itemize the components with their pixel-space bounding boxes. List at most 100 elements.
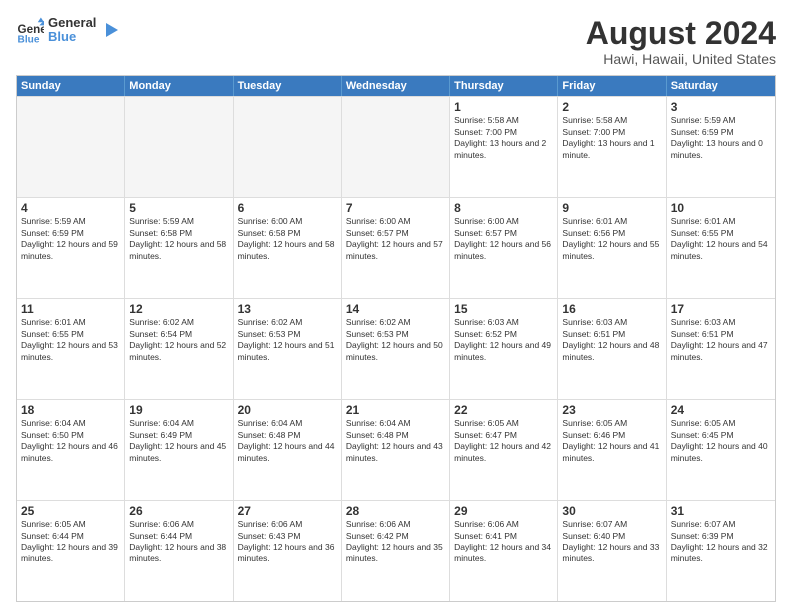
day-info: Sunrise: 6:00 AM Sunset: 6:58 PM Dayligh…: [238, 216, 337, 262]
day-info: Sunrise: 5:58 AM Sunset: 7:00 PM Dayligh…: [454, 115, 553, 161]
calendar-subtitle: Hawi, Hawaii, United States: [586, 51, 776, 67]
day-info: Sunrise: 6:04 AM Sunset: 6:48 PM Dayligh…: [346, 418, 445, 464]
cell-5-3: 27Sunrise: 6:06 AM Sunset: 6:43 PM Dayli…: [234, 501, 342, 601]
cell-1-6: 2Sunrise: 5:58 AM Sunset: 7:00 PM Daylig…: [558, 97, 666, 197]
cell-1-7: 3Sunrise: 5:59 AM Sunset: 6:59 PM Daylig…: [667, 97, 775, 197]
day-info: Sunrise: 6:05 AM Sunset: 6:47 PM Dayligh…: [454, 418, 553, 464]
day-info: Sunrise: 6:06 AM Sunset: 6:43 PM Dayligh…: [238, 519, 337, 565]
day-info: Sunrise: 6:07 AM Sunset: 6:39 PM Dayligh…: [671, 519, 771, 565]
day-number: 18: [21, 403, 120, 417]
header-monday: Monday: [125, 76, 233, 96]
header-sunday: Sunday: [17, 76, 125, 96]
day-number: 29: [454, 504, 553, 518]
cell-3-3: 13Sunrise: 6:02 AM Sunset: 6:53 PM Dayli…: [234, 299, 342, 399]
week-2: 4Sunrise: 5:59 AM Sunset: 6:59 PM Daylig…: [17, 197, 775, 298]
cell-3-5: 15Sunrise: 6:03 AM Sunset: 6:52 PM Dayli…: [450, 299, 558, 399]
week-4: 18Sunrise: 6:04 AM Sunset: 6:50 PM Dayli…: [17, 399, 775, 500]
cell-3-1: 11Sunrise: 6:01 AM Sunset: 6:55 PM Dayli…: [17, 299, 125, 399]
day-number: 27: [238, 504, 337, 518]
logo-general: General: [48, 16, 96, 30]
logo-icon: General Blue: [16, 16, 44, 44]
title-area: August 2024 Hawi, Hawaii, United States: [586, 16, 776, 67]
day-number: 31: [671, 504, 771, 518]
cell-1-2: [125, 97, 233, 197]
cell-3-2: 12Sunrise: 6:02 AM Sunset: 6:54 PM Dayli…: [125, 299, 233, 399]
cell-4-3: 20Sunrise: 6:04 AM Sunset: 6:48 PM Dayli…: [234, 400, 342, 500]
logo-arrow-icon: [100, 21, 118, 39]
day-number: 19: [129, 403, 228, 417]
cell-2-5: 8Sunrise: 6:00 AM Sunset: 6:57 PM Daylig…: [450, 198, 558, 298]
day-info: Sunrise: 6:06 AM Sunset: 6:42 PM Dayligh…: [346, 519, 445, 565]
day-info: Sunrise: 6:02 AM Sunset: 6:53 PM Dayligh…: [346, 317, 445, 363]
cell-2-4: 7Sunrise: 6:00 AM Sunset: 6:57 PM Daylig…: [342, 198, 450, 298]
day-number: 16: [562, 302, 661, 316]
day-info: Sunrise: 6:06 AM Sunset: 6:41 PM Dayligh…: [454, 519, 553, 565]
day-info: Sunrise: 6:07 AM Sunset: 6:40 PM Dayligh…: [562, 519, 661, 565]
day-number: 22: [454, 403, 553, 417]
cell-3-6: 16Sunrise: 6:03 AM Sunset: 6:51 PM Dayli…: [558, 299, 666, 399]
day-info: Sunrise: 6:01 AM Sunset: 6:55 PM Dayligh…: [671, 216, 771, 262]
cell-3-4: 14Sunrise: 6:02 AM Sunset: 6:53 PM Dayli…: [342, 299, 450, 399]
logo-blue: Blue: [48, 30, 96, 44]
week-3: 11Sunrise: 6:01 AM Sunset: 6:55 PM Dayli…: [17, 298, 775, 399]
day-info: Sunrise: 5:59 AM Sunset: 6:59 PM Dayligh…: [671, 115, 771, 161]
calendar-header: Sunday Monday Tuesday Wednesday Thursday…: [17, 76, 775, 96]
day-info: Sunrise: 6:05 AM Sunset: 6:44 PM Dayligh…: [21, 519, 120, 565]
day-info: Sunrise: 6:06 AM Sunset: 6:44 PM Dayligh…: [129, 519, 228, 565]
day-number: 6: [238, 201, 337, 215]
cell-5-6: 30Sunrise: 6:07 AM Sunset: 6:40 PM Dayli…: [558, 501, 666, 601]
cell-5-2: 26Sunrise: 6:06 AM Sunset: 6:44 PM Dayli…: [125, 501, 233, 601]
cell-4-4: 21Sunrise: 6:04 AM Sunset: 6:48 PM Dayli…: [342, 400, 450, 500]
day-info: Sunrise: 6:00 AM Sunset: 6:57 PM Dayligh…: [346, 216, 445, 262]
day-number: 13: [238, 302, 337, 316]
day-info: Sunrise: 5:59 AM Sunset: 6:58 PM Dayligh…: [129, 216, 228, 262]
day-number: 9: [562, 201, 661, 215]
day-number: 28: [346, 504, 445, 518]
svg-text:Blue: Blue: [18, 35, 40, 45]
calendar-body: 1Sunrise: 5:58 AM Sunset: 7:00 PM Daylig…: [17, 96, 775, 601]
day-number: 2: [562, 100, 661, 114]
cell-4-2: 19Sunrise: 6:04 AM Sunset: 6:49 PM Dayli…: [125, 400, 233, 500]
day-number: 3: [671, 100, 771, 114]
day-number: 15: [454, 302, 553, 316]
header-friday: Friday: [558, 76, 666, 96]
day-number: 8: [454, 201, 553, 215]
cell-2-3: 6Sunrise: 6:00 AM Sunset: 6:58 PM Daylig…: [234, 198, 342, 298]
day-info: Sunrise: 5:59 AM Sunset: 6:59 PM Dayligh…: [21, 216, 120, 262]
day-info: Sunrise: 6:04 AM Sunset: 6:48 PM Dayligh…: [238, 418, 337, 464]
day-number: 5: [129, 201, 228, 215]
day-info: Sunrise: 6:04 AM Sunset: 6:49 PM Dayligh…: [129, 418, 228, 464]
day-number: 11: [21, 302, 120, 316]
cell-1-3: [234, 97, 342, 197]
day-info: Sunrise: 6:03 AM Sunset: 6:52 PM Dayligh…: [454, 317, 553, 363]
header-thursday: Thursday: [450, 76, 558, 96]
cell-2-2: 5Sunrise: 5:59 AM Sunset: 6:58 PM Daylig…: [125, 198, 233, 298]
day-number: 12: [129, 302, 228, 316]
cell-4-5: 22Sunrise: 6:05 AM Sunset: 6:47 PM Dayli…: [450, 400, 558, 500]
day-info: Sunrise: 6:00 AM Sunset: 6:57 PM Dayligh…: [454, 216, 553, 262]
day-number: 17: [671, 302, 771, 316]
day-number: 20: [238, 403, 337, 417]
day-info: Sunrise: 6:01 AM Sunset: 6:56 PM Dayligh…: [562, 216, 661, 262]
day-number: 1: [454, 100, 553, 114]
cell-2-1: 4Sunrise: 5:59 AM Sunset: 6:59 PM Daylig…: [17, 198, 125, 298]
cell-1-5: 1Sunrise: 5:58 AM Sunset: 7:00 PM Daylig…: [450, 97, 558, 197]
cell-4-7: 24Sunrise: 6:05 AM Sunset: 6:45 PM Dayli…: [667, 400, 775, 500]
day-info: Sunrise: 6:02 AM Sunset: 6:54 PM Dayligh…: [129, 317, 228, 363]
cell-2-7: 10Sunrise: 6:01 AM Sunset: 6:55 PM Dayli…: [667, 198, 775, 298]
cell-1-1: [17, 97, 125, 197]
day-number: 14: [346, 302, 445, 316]
page: General Blue General Blue August 2024 Ha…: [0, 0, 792, 612]
day-number: 21: [346, 403, 445, 417]
header: General Blue General Blue August 2024 Ha…: [16, 16, 776, 67]
logo: General Blue General Blue: [16, 16, 118, 45]
day-info: Sunrise: 5:58 AM Sunset: 7:00 PM Dayligh…: [562, 115, 661, 161]
day-number: 30: [562, 504, 661, 518]
day-info: Sunrise: 6:05 AM Sunset: 6:46 PM Dayligh…: [562, 418, 661, 464]
header-wednesday: Wednesday: [342, 76, 450, 96]
header-tuesday: Tuesday: [234, 76, 342, 96]
day-number: 26: [129, 504, 228, 518]
day-info: Sunrise: 6:03 AM Sunset: 6:51 PM Dayligh…: [562, 317, 661, 363]
header-saturday: Saturday: [667, 76, 775, 96]
day-number: 10: [671, 201, 771, 215]
